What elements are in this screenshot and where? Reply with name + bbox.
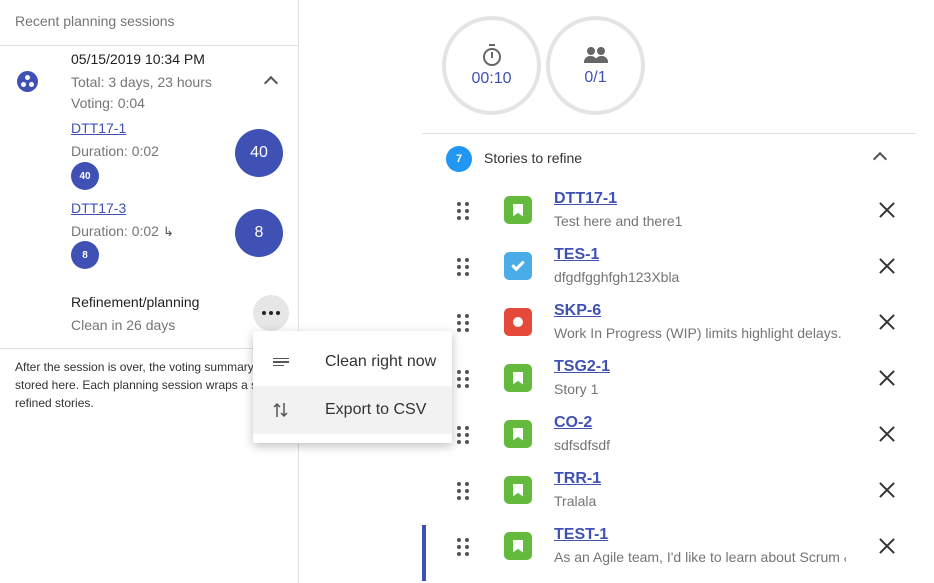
remove-story-close-icon[interactable] [878,201,896,219]
story-bookmark-icon [504,196,532,224]
remove-story-close-icon[interactable] [878,425,896,443]
story-row[interactable]: TRR-1 Tralala [422,469,916,525]
story-key-link[interactable]: CO-2 [554,414,592,432]
session-story-estimate-badge: 8 [71,241,99,269]
story-key-link[interactable]: TSG2-1 [554,358,610,376]
story-description: dfgdfgghfgh123Xbla [554,269,680,285]
remove-story-close-icon[interactable] [878,369,896,387]
story-row[interactable]: CO-2 sdfsdfsdf [422,413,916,469]
story-key-link[interactable]: TES-1 [554,246,599,264]
refinement-title: Refinement/planning [71,294,200,310]
sort-arrows-icon [271,401,291,419]
story-description: Work In Progress (WIP) limits highlight … [554,325,842,341]
info-line: After the session is over, the voting su… [15,360,254,374]
story-key-link[interactable]: TEST-1 [554,526,608,544]
lines-icon [271,356,291,369]
participants-circle[interactable]: 0/1 [546,16,645,115]
redirect-arrow-icon: ↳ [162,224,174,239]
participants-value: 0/1 [584,68,607,86]
story-bookmark-icon [504,532,532,560]
stories-title: Stories to refine [484,150,583,166]
session-date: 05/15/2019 10:34 PM [71,51,205,67]
story-bookmark-icon [504,364,532,392]
drag-handle-icon[interactable] [457,426,469,444]
session-story-estimate-circle: 40 [235,129,283,177]
remove-story-close-icon[interactable] [878,537,896,555]
info-line: stored here. Each planning session wraps… [15,378,258,392]
stopwatch-icon [482,43,502,66]
story-description: sdfsdfsdf [554,437,611,453]
session-icon [17,71,38,92]
remove-story-close-icon[interactable] [878,313,896,331]
story-row[interactable]: TSG2-1 Story 1 [422,357,916,413]
session-voting: Voting: 0:04 [71,95,145,111]
session-story-duration: Duration: 0:02 ↳ [71,223,174,240]
remove-story-close-icon[interactable] [878,257,896,275]
session-story-link[interactable]: DTT17-3 [71,200,126,216]
session-story-estimate-circle: 8 [235,209,283,257]
bug-icon [504,308,532,336]
info-line: refined stories. [15,396,94,410]
people-icon [583,45,609,65]
story-row[interactable]: DTT17-1 Test here and there1 [422,189,916,245]
session-story-duration: Duration: 0:02 [71,143,159,159]
drag-handle-icon[interactable] [457,258,469,276]
drag-handle-icon[interactable] [457,538,469,556]
story-key-link[interactable]: SKP-6 [554,302,601,320]
drag-handle-icon[interactable] [457,314,469,332]
session-total: Total: 3 days, 23 hours [71,74,212,90]
drag-handle-icon[interactable] [457,202,469,220]
session-story-duration-text: Duration: 0:02 [71,223,159,239]
menu-item-label: Export to CSV [325,401,427,418]
story-description: Tralala [554,493,597,509]
remove-story-close-icon[interactable] [878,481,896,499]
story-row[interactable]: TEST-1 As an Agile team, I'd like to lear… [422,525,916,581]
story-row[interactable]: SKP-6 Work In Progress (WIP) limits highl… [422,301,916,357]
stories-count-badge: 7 [446,146,472,172]
story-bookmark-icon [504,420,532,448]
more-dots-icon [262,311,266,315]
more-options-button[interactable] [253,295,289,331]
task-checkbox-icon [504,252,532,280]
sessions-info-text: After the session is over, the voting su… [15,358,290,412]
sessions-panel: Recent planning sessions 05/15/2019 10:3… [0,0,299,583]
story-description: Story 1 [554,381,599,397]
story-bookmark-icon [504,476,532,504]
timer-circle[interactable]: 00:10 [442,16,541,115]
story-description: Test here and there1 [554,213,683,229]
story-key-link[interactable]: DTT17-1 [554,190,617,208]
menu-item-label: Clean right now [325,353,437,370]
session-story-link[interactable]: DTT17-1 [71,120,126,136]
divider [422,133,916,134]
collapse-chevron-up-icon[interactable] [263,75,279,91]
refinement-clean-info: Clean in 26 days [71,317,176,333]
sessions-header: Recent planning sessions [0,0,298,46]
drag-handle-icon[interactable] [457,482,469,500]
stories-collapse-chevron-up-icon[interactable] [872,151,888,167]
story-key-link[interactable]: TRR-1 [554,470,601,488]
timer-value: 00:10 [471,69,512,87]
drag-handle-icon[interactable] [457,370,469,388]
story-description: As an Agile team, I'd like to learn abou… [554,549,846,565]
session-story-estimate-badge: 40 [71,162,99,190]
story-row[interactable]: TES-1 dfgdfgghfgh123Xbla [422,245,916,301]
